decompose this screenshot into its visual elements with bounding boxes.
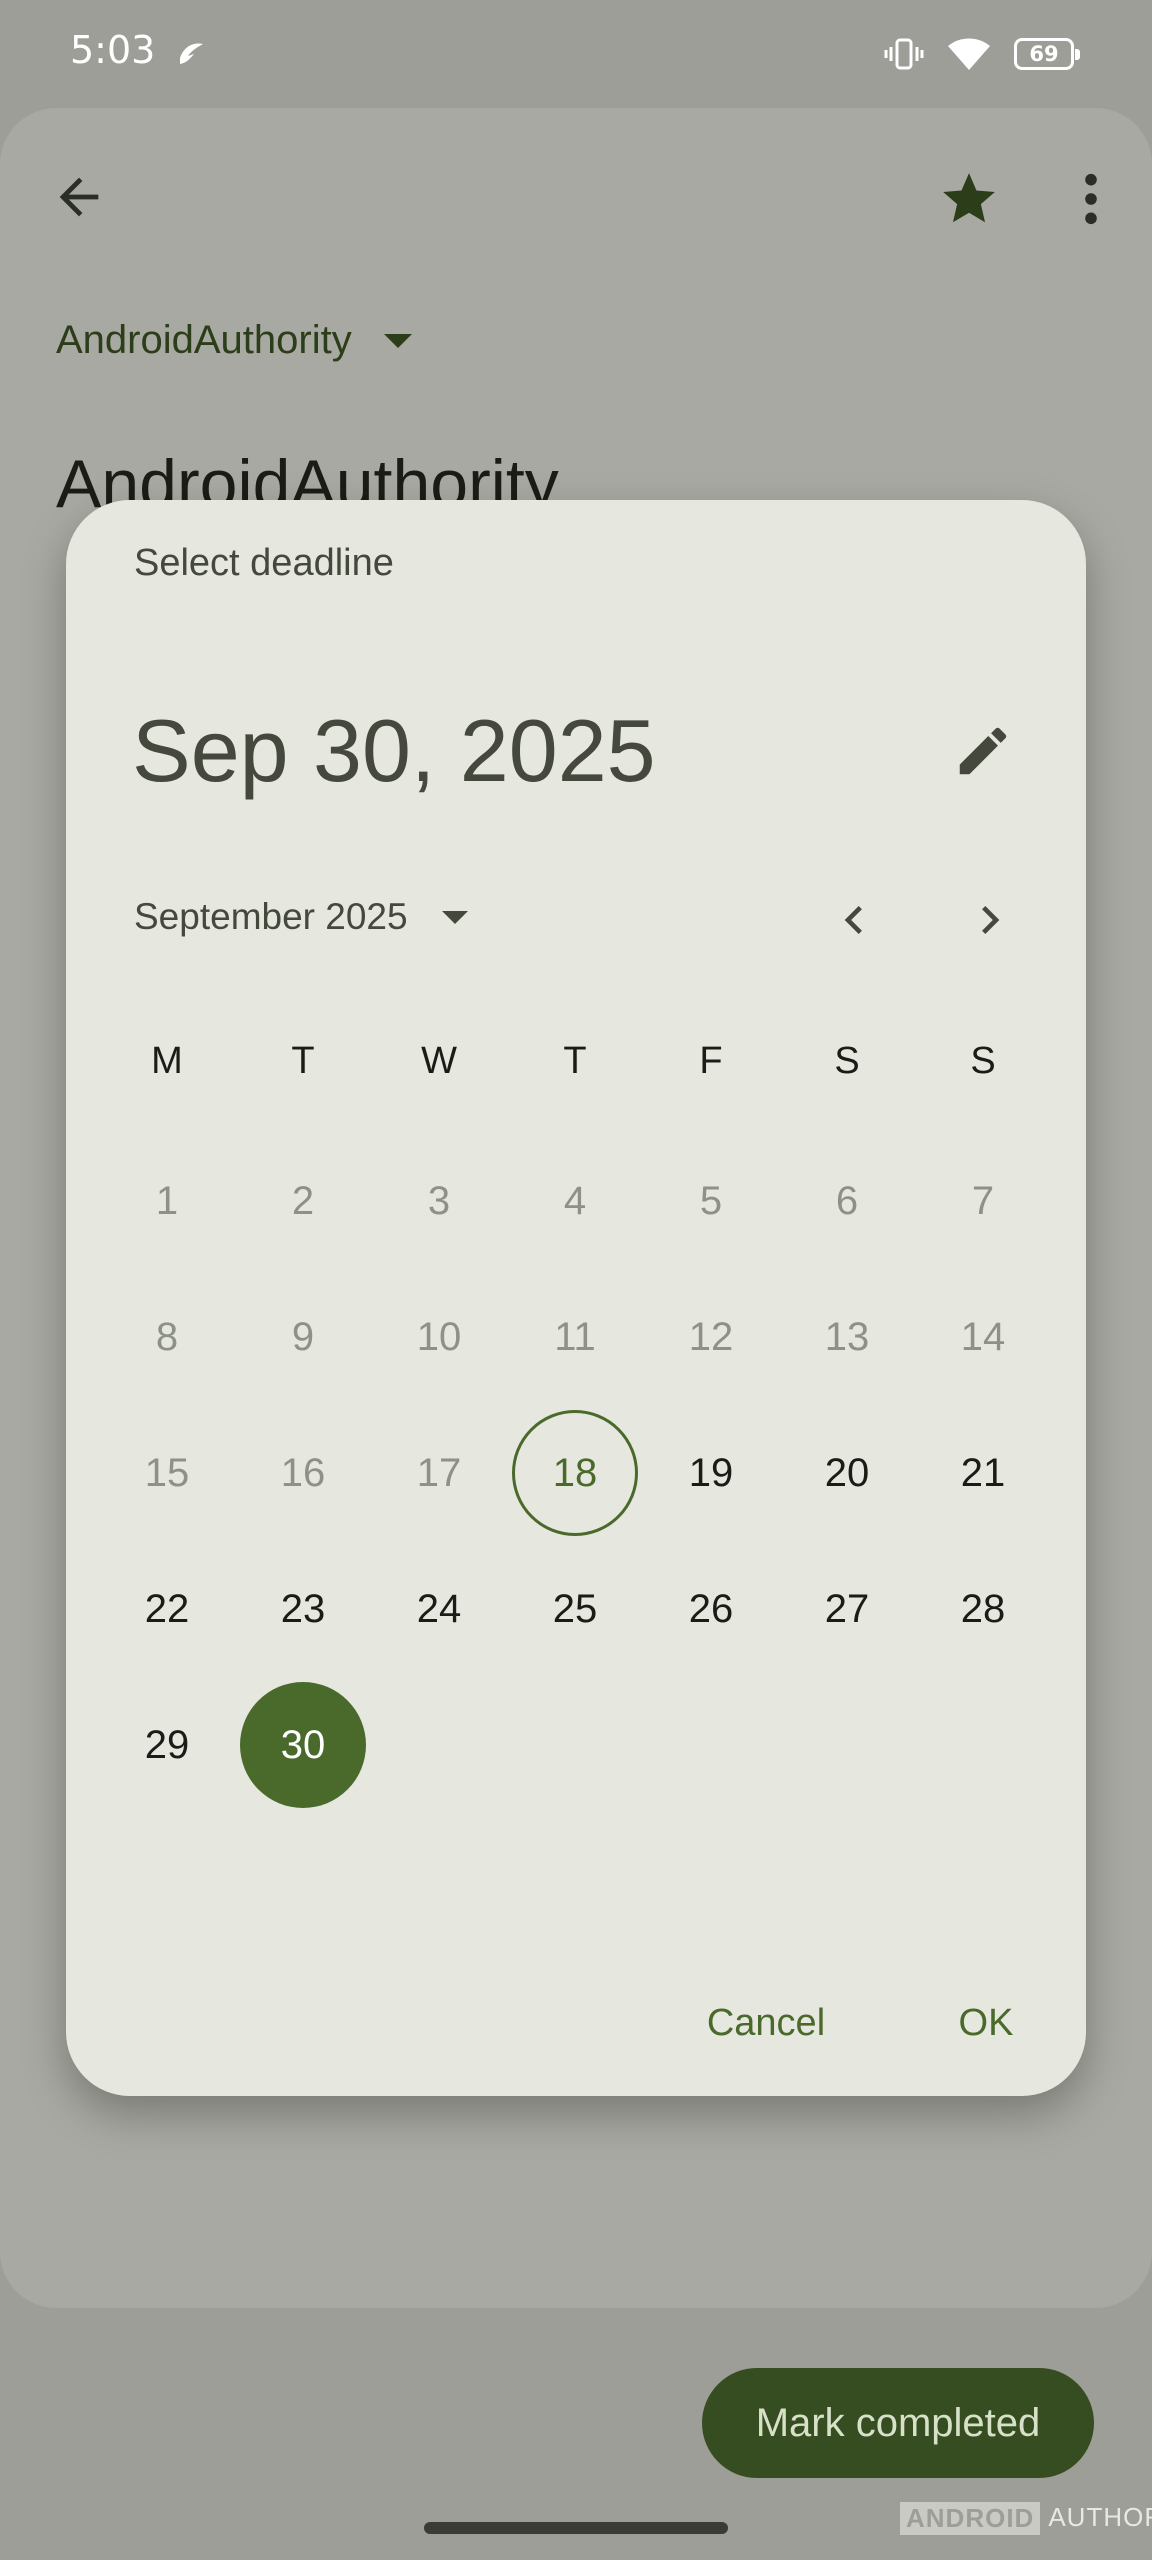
calendar-day-29[interactable]: 29: [104, 1682, 230, 1808]
calendar-day-30[interactable]: 30: [240, 1682, 366, 1808]
wifi-icon: [948, 38, 990, 70]
weekday-label: T: [291, 1040, 315, 1082]
mark-completed-button[interactable]: Mark completed: [702, 2368, 1094, 2478]
star-icon[interactable]: [938, 168, 1000, 230]
weekday-label: W: [421, 1040, 457, 1082]
weekday-label: S: [834, 1040, 860, 1082]
calendar-day-20[interactable]: 20: [784, 1410, 910, 1536]
calendar-day-24[interactable]: 24: [376, 1546, 502, 1672]
cancel-button[interactable]: Cancel: [676, 1988, 856, 2058]
chevron-left-icon[interactable]: [826, 892, 882, 948]
battery-level: 69: [1029, 42, 1059, 66]
calendar-day-21[interactable]: 21: [920, 1410, 1046, 1536]
dialog-headline: Select deadline: [134, 542, 394, 584]
calendar-day-8: 8: [155, 1314, 179, 1359]
chevron-right-icon[interactable]: [962, 892, 1018, 948]
vibrate-icon: [884, 38, 924, 70]
calendar-day-7: 7: [971, 1178, 995, 1223]
month-label: September 2025: [134, 896, 408, 937]
more-vert-icon[interactable]: [1066, 170, 1116, 228]
calendar-day-9: 9: [291, 1314, 315, 1359]
status-bar: 5:03 69: [0, 0, 1152, 110]
weekday-label: T: [563, 1040, 587, 1082]
calendar-day-14: 14: [960, 1314, 1006, 1359]
weekday-label: F: [699, 1040, 723, 1082]
calendar-day-2: 2: [291, 1178, 315, 1223]
calendar-day-1: 1: [155, 1178, 179, 1223]
month-year-selector[interactable]: September 2025: [134, 896, 468, 938]
calendar-day-3: 3: [427, 1178, 451, 1223]
calendar-day-23[interactable]: 23: [240, 1546, 366, 1672]
calendar-day-11: 11: [554, 1314, 596, 1359]
back-arrow-icon[interactable]: [50, 168, 108, 226]
calendar-day-22[interactable]: 22: [104, 1546, 230, 1672]
list-name: AndroidAuthority: [56, 318, 352, 362]
calendar-day-27[interactable]: 27: [784, 1546, 910, 1672]
ok-button[interactable]: OK: [926, 1988, 1046, 2058]
calendar-day-10: 10: [416, 1314, 462, 1359]
watermark-brand-text: AUTHORITY: [1048, 2502, 1152, 2532]
calendar-day-17: 17: [416, 1450, 462, 1495]
calendar-day-12: 12: [688, 1314, 734, 1359]
calendar-day-15: 15: [144, 1450, 190, 1495]
watermark: ANDROID AUTHORITY: [900, 2502, 1152, 2535]
calendar-day-5: 5: [699, 1178, 723, 1223]
calendar-day-16: 16: [280, 1450, 326, 1495]
calendar-day-18[interactable]: 18: [512, 1410, 638, 1536]
calendar-day-19[interactable]: 19: [648, 1410, 774, 1536]
status-icons: 69: [884, 32, 1080, 76]
calendar-day-13: 13: [824, 1314, 870, 1359]
watermark-brand-box: ANDROID: [900, 2502, 1041, 2535]
selected-date: Sep 30, 2025: [132, 701, 656, 800]
home-indicator[interactable]: [424, 2522, 728, 2534]
edit-icon[interactable]: [952, 720, 1014, 782]
weekday-label: M: [151, 1040, 183, 1082]
status-time: 5:03: [70, 28, 156, 72]
app-notification-icon: [180, 43, 203, 64]
calendar-day-25[interactable]: 25: [512, 1546, 638, 1672]
calendar-day-28[interactable]: 28: [920, 1546, 1046, 1672]
date-picker-dialog: Select deadline Sep 30, 2025 September 2…: [66, 500, 1086, 2096]
battery-icon: 69: [1014, 38, 1080, 70]
calendar-day-6: 6: [835, 1178, 859, 1223]
weekday-label: S: [970, 1040, 996, 1082]
calendar-day-26[interactable]: 26: [648, 1546, 774, 1672]
calendar-day-4: 4: [563, 1178, 587, 1223]
dropdown-arrow-icon: [383, 333, 412, 348]
list-selector[interactable]: AndroidAuthority: [56, 318, 412, 363]
month-dropdown-icon: [441, 910, 468, 924]
